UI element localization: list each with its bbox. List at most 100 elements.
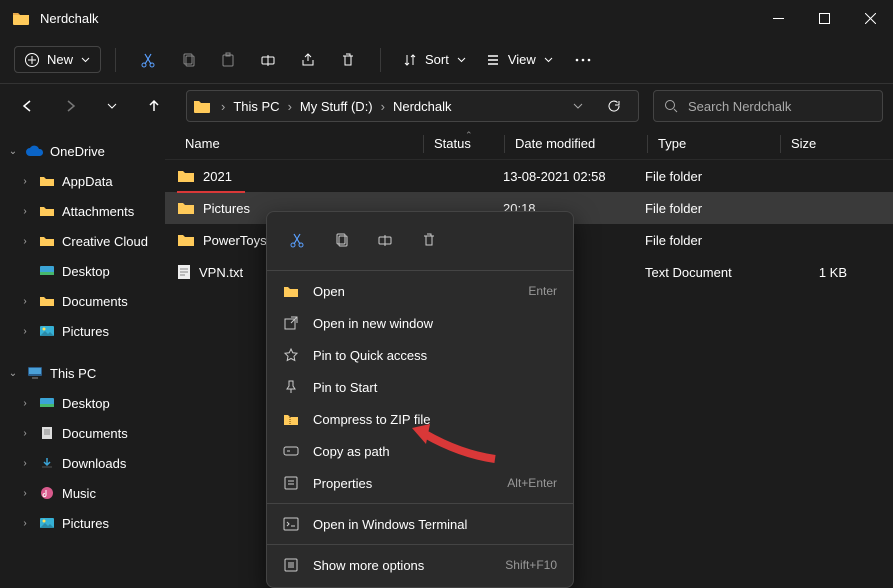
chevron-down-icon bbox=[544, 57, 553, 63]
file-type: File folder bbox=[645, 233, 777, 248]
rename-button[interactable] bbox=[250, 42, 286, 78]
path-icon bbox=[283, 444, 299, 458]
ctx-label: Pin to Start bbox=[313, 380, 557, 395]
ctx-copy-button[interactable] bbox=[321, 222, 361, 258]
ctx-open[interactable]: OpenEnter bbox=[267, 275, 573, 307]
titlebar: Nerdchalk bbox=[0, 0, 893, 36]
sidebar-item-attachments[interactable]: ›Attachments bbox=[0, 196, 165, 226]
up-button[interactable] bbox=[136, 88, 172, 124]
file-row[interactable]: 2021 13-08-2021 02:58File folder bbox=[165, 160, 893, 192]
file-name: 2021 bbox=[203, 169, 232, 184]
refresh-button[interactable] bbox=[596, 88, 632, 124]
sidebar-item-label: Downloads bbox=[62, 456, 126, 471]
file-name: VPN.txt bbox=[199, 265, 243, 280]
ctx-cut-button[interactable] bbox=[277, 222, 317, 258]
sidebar-item-creativecloud[interactable]: ›Creative Cloud bbox=[0, 226, 165, 256]
sort-label: Sort bbox=[425, 52, 449, 67]
sidebar-item-label: Pictures bbox=[62, 324, 109, 339]
sidebar-item-desktop[interactable]: Desktop bbox=[0, 256, 165, 286]
sidebar-item-music[interactable]: ›Music bbox=[0, 478, 165, 508]
col-date[interactable]: Date modified bbox=[505, 136, 647, 151]
breadcrumb[interactable]: This PC bbox=[229, 99, 283, 114]
sidebar-item-pictures[interactable]: ›Pictures bbox=[0, 316, 165, 346]
column-headers: Name Status Date modified Type Size bbox=[165, 128, 893, 160]
view-label: View bbox=[508, 52, 536, 67]
ctx-show-more[interactable]: Show more options Shift+F10 bbox=[267, 549, 573, 581]
new-window-icon bbox=[283, 315, 299, 331]
sidebar-item-documents-pc[interactable]: ›Documents bbox=[0, 418, 165, 448]
sidebar-item-appdata[interactable]: ›AppData bbox=[0, 166, 165, 196]
breadcrumb[interactable]: My Stuff (D:) bbox=[296, 99, 377, 114]
ctx-pin-quick-access[interactable]: Pin to Quick access bbox=[267, 339, 573, 371]
sidebar-item-desktop-pc[interactable]: ›Desktop bbox=[0, 388, 165, 418]
ctx-label: Pin to Quick access bbox=[313, 348, 557, 363]
context-menu: OpenEnter Open in new window Pin to Quic… bbox=[266, 211, 574, 588]
sort-button[interactable]: Sort bbox=[395, 52, 474, 67]
col-size[interactable]: Size bbox=[781, 136, 851, 151]
col-status[interactable]: Status bbox=[424, 136, 504, 151]
file-name: Pictures bbox=[203, 201, 250, 216]
zip-icon bbox=[283, 412, 299, 426]
ctx-shortcut: Shift+F10 bbox=[505, 558, 557, 572]
file-name: PowerToys bbox=[203, 233, 267, 248]
delete-button[interactable] bbox=[330, 42, 366, 78]
folder-icon bbox=[193, 99, 211, 113]
sidebar-item-label: Documents bbox=[62, 294, 128, 309]
new-button[interactable]: New bbox=[14, 46, 101, 73]
ctx-terminal[interactable]: Open in Windows Terminal bbox=[267, 508, 573, 540]
more-button[interactable] bbox=[565, 42, 601, 78]
search-icon bbox=[664, 99, 678, 113]
ctx-delete-button[interactable] bbox=[409, 222, 449, 258]
col-type[interactable]: Type bbox=[648, 136, 780, 151]
address-bar[interactable]: › This PC › My Stuff (D:) › Nerdchalk bbox=[186, 90, 639, 122]
window-title: Nerdchalk bbox=[40, 11, 99, 26]
sidebar-item-pictures-pc[interactable]: ›Pictures bbox=[0, 508, 165, 538]
paste-button[interactable] bbox=[210, 42, 246, 78]
copy-button[interactable] bbox=[170, 42, 206, 78]
ctx-rename-button[interactable] bbox=[365, 222, 405, 258]
sidebar-item-documents[interactable]: ›Documents bbox=[0, 286, 165, 316]
recent-button[interactable] bbox=[94, 88, 130, 124]
sidebar-item-label: Pictures bbox=[62, 516, 109, 531]
ctx-label: Open in Windows Terminal bbox=[313, 517, 557, 532]
annotation-arrow bbox=[410, 424, 500, 464]
folder-open-icon bbox=[283, 284, 299, 298]
share-button[interactable] bbox=[290, 42, 326, 78]
sidebar-item-label: Attachments bbox=[62, 204, 134, 219]
ctx-label: Show more options bbox=[313, 558, 491, 573]
cut-button[interactable] bbox=[130, 42, 166, 78]
ctx-open-new-window[interactable]: Open in new window bbox=[267, 307, 573, 339]
ctx-properties[interactable]: PropertiesAlt+Enter bbox=[267, 467, 573, 499]
search-placeholder: Search Nerdchalk bbox=[688, 99, 791, 114]
sidebar-item-label: Desktop bbox=[62, 264, 110, 279]
maximize-button[interactable] bbox=[801, 0, 847, 36]
sidebar-item-thispc[interactable]: ⌄This PC bbox=[0, 358, 165, 388]
sidebar-item-label: Creative Cloud bbox=[62, 234, 148, 249]
file-date: 13-08-2021 02:58 bbox=[503, 169, 645, 184]
file-size: 1 KB bbox=[777, 265, 847, 280]
forward-button[interactable] bbox=[52, 88, 88, 124]
sidebar-item-label: Desktop bbox=[62, 396, 110, 411]
sidebar-item-label: OneDrive bbox=[50, 144, 105, 159]
search-input[interactable]: Search Nerdchalk bbox=[653, 90, 883, 122]
close-button[interactable] bbox=[847, 0, 893, 36]
sidebar-item-label: AppData bbox=[62, 174, 113, 189]
sidebar-item-label: This PC bbox=[50, 366, 96, 381]
properties-icon bbox=[283, 475, 299, 491]
sidebar-item-onedrive[interactable]: ⌄OneDrive bbox=[0, 136, 165, 166]
ctx-label: Properties bbox=[313, 476, 493, 491]
file-type: File folder bbox=[645, 169, 777, 184]
sidebar-item-label: Documents bbox=[62, 426, 128, 441]
ctx-pin-start[interactable]: Pin to Start bbox=[267, 371, 573, 403]
sort-indicator: ⌃ bbox=[465, 130, 473, 141]
minimize-button[interactable] bbox=[755, 0, 801, 36]
history-dropdown[interactable] bbox=[560, 88, 596, 124]
col-name[interactable]: Name bbox=[165, 136, 423, 151]
back-button[interactable] bbox=[10, 88, 46, 124]
sidebar-item-downloads[interactable]: ›Downloads bbox=[0, 448, 165, 478]
chevron-down-icon bbox=[457, 57, 466, 63]
view-button[interactable]: View bbox=[478, 52, 561, 67]
sidebar: ⌄OneDrive ›AppData ›Attachments ›Creativ… bbox=[0, 128, 165, 577]
file-type: File folder bbox=[645, 201, 777, 216]
breadcrumb[interactable]: Nerdchalk bbox=[389, 99, 456, 114]
